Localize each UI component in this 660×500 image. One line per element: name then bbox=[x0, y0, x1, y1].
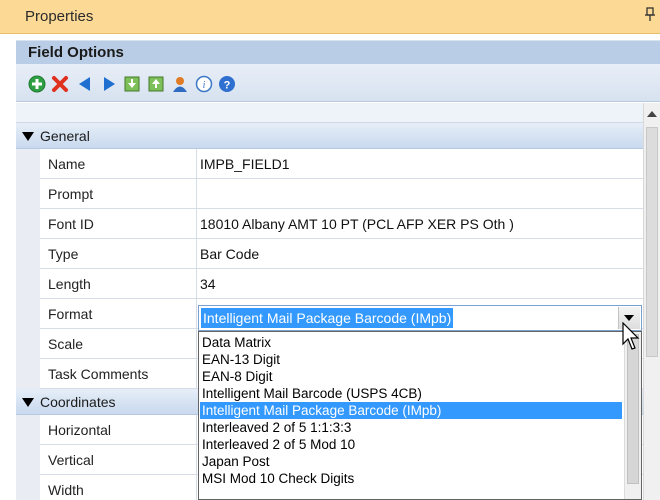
grid-header-row bbox=[16, 103, 643, 123]
properties-title-bar: Properties bbox=[0, 0, 660, 34]
property-label: Width bbox=[40, 475, 197, 500]
dropdown-scroll-thumb[interactable] bbox=[627, 334, 639, 484]
property-label: Prompt bbox=[40, 179, 197, 208]
user-icon[interactable] bbox=[171, 75, 189, 93]
property-label: Length bbox=[40, 269, 197, 298]
category-general-label: General bbox=[40, 128, 90, 144]
pin-icon[interactable] bbox=[644, 6, 656, 22]
format-option[interactable]: Data Matrix bbox=[200, 334, 622, 351]
collapse-icon[interactable] bbox=[21, 395, 35, 409]
delete-icon[interactable] bbox=[51, 75, 69, 93]
dropdown-button[interactable] bbox=[618, 307, 640, 329]
grid-margin-strip bbox=[16, 103, 41, 500]
format-option[interactable]: Interleaved 2 of 5 1:1:3:3 bbox=[200, 419, 622, 436]
property-value[interactable]: IMPB_FIELD1 bbox=[200, 156, 289, 172]
field-options-header: Field Options bbox=[16, 40, 660, 64]
import-icon[interactable] bbox=[123, 75, 141, 93]
property-label: Name bbox=[40, 149, 197, 178]
format-selected-value[interactable]: Intelligent Mail Package Barcode (IMpb) bbox=[201, 308, 454, 328]
add-icon[interactable] bbox=[28, 75, 46, 93]
export-icon[interactable] bbox=[147, 75, 165, 93]
scroll-up-icon[interactable] bbox=[647, 111, 657, 117]
category-coordinates-label: Coordinates bbox=[40, 394, 116, 410]
next-icon[interactable] bbox=[100, 75, 118, 93]
format-options-list[interactable]: Data Matrix EAN-13 Digit EAN-8 Digit Int… bbox=[198, 331, 642, 500]
field-options-label: Field Options bbox=[28, 44, 124, 61]
property-label: Task Comments bbox=[40, 359, 197, 388]
property-row-font-id[interactable]: Font ID 18010 Albany AMT 10 PT (PCL AFP … bbox=[40, 209, 643, 239]
category-general[interactable]: General bbox=[16, 123, 643, 149]
format-option[interactable]: MSI Mod 10 Check Digits bbox=[200, 470, 622, 487]
property-label: Font ID bbox=[40, 209, 197, 238]
format-option[interactable]: EAN-8 Digit bbox=[200, 368, 622, 385]
format-option[interactable]: Japan Post bbox=[200, 453, 622, 470]
chevron-down-icon bbox=[624, 315, 634, 321]
panel-title: Properties bbox=[25, 8, 94, 25]
property-row-length[interactable]: Length 34 bbox=[40, 269, 643, 299]
collapse-icon[interactable] bbox=[21, 129, 35, 143]
property-label: Vertical bbox=[40, 445, 197, 474]
format-option[interactable]: EAN-13 Digit bbox=[200, 351, 622, 368]
toolbar: i ? bbox=[16, 64, 660, 102]
format-option[interactable]: Intelligent Mail Barcode (USPS 4CB) bbox=[200, 385, 622, 402]
property-label: Type bbox=[40, 239, 197, 268]
format-dropdown[interactable]: Intelligent Mail Package Barcode (IMpb) bbox=[198, 305, 642, 331]
property-value[interactable]: 18010 Albany AMT 10 PT (PCL AFP XER PS O… bbox=[200, 216, 514, 232]
property-label: Scale bbox=[40, 329, 197, 358]
dropdown-scrollbar[interactable] bbox=[624, 332, 641, 499]
scroll-thumb[interactable] bbox=[646, 127, 658, 357]
property-label: Format bbox=[40, 299, 197, 328]
property-row-prompt[interactable]: Prompt bbox=[40, 179, 643, 209]
property-label: Horizontal bbox=[40, 415, 197, 444]
help-icon[interactable]: ? bbox=[218, 75, 236, 93]
property-row-type[interactable]: Type Bar Code bbox=[40, 239, 643, 269]
format-option[interactable]: Interleaved 2 of 5 Mod 10 bbox=[200, 436, 622, 453]
property-value[interactable]: Bar Code bbox=[200, 246, 259, 262]
property-row-name[interactable]: Name IMPB_FIELD1 bbox=[40, 149, 643, 179]
format-option-selected[interactable]: Intelligent Mail Package Barcode (IMpb) bbox=[200, 402, 622, 419]
info-icon[interactable]: i bbox=[195, 75, 213, 93]
previous-icon[interactable] bbox=[76, 75, 94, 93]
grid-scrollbar[interactable] bbox=[643, 103, 660, 500]
svg-text:i: i bbox=[203, 80, 206, 91]
svg-text:?: ? bbox=[224, 80, 231, 92]
property-value[interactable]: 34 bbox=[200, 276, 216, 292]
